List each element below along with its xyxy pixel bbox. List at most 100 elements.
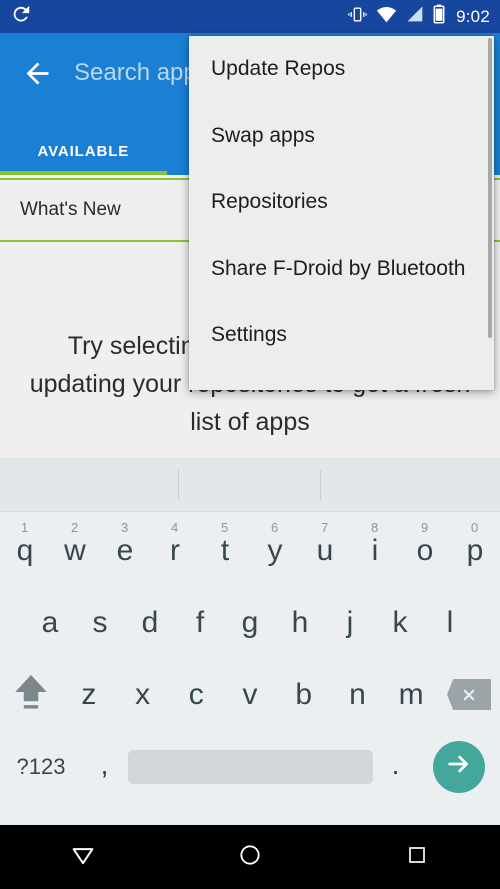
- symbols-key[interactable]: ?123: [0, 732, 82, 801]
- keyboard-row-4: ?123 , .: [0, 732, 500, 801]
- key-y-sup: 6: [271, 520, 279, 535]
- key-u[interactable]: 7u: [300, 516, 350, 585]
- menu-scrollbar[interactable]: [488, 38, 492, 338]
- menu-item-update-repos[interactable]: Update Repos: [189, 36, 494, 103]
- enter-key[interactable]: [418, 732, 500, 801]
- enter-button[interactable]: [433, 740, 485, 793]
- overflow-menu[interactable]: Update Repos Swap apps Repositories Shar…: [189, 36, 494, 390]
- key-o[interactable]: 9o: [400, 516, 450, 585]
- key-q-label: q: [16, 533, 34, 567]
- suggestion-divider-1: [178, 470, 179, 500]
- key-t-label: t: [220, 533, 230, 567]
- menu-item-settings[interactable]: Settings: [189, 302, 494, 369]
- status-clock: 9:02: [456, 6, 490, 26]
- nav-back-triangle-icon: [69, 841, 97, 874]
- key-g[interactable]: g: [225, 588, 275, 657]
- backspace-icon: [447, 679, 492, 710]
- key-h[interactable]: h: [275, 588, 325, 657]
- key-i[interactable]: 8i: [350, 516, 400, 585]
- key-h-label: h: [291, 605, 309, 639]
- backspace-key[interactable]: [438, 660, 500, 729]
- soft-keyboard: 1q 2w 3e 4r 5t 6y 7u 8i 9o 0p a s d f g …: [0, 458, 500, 825]
- menu-item-share-fdroid-bluetooth[interactable]: Share F-Droid by Bluetooth: [189, 236, 494, 303]
- key-p-sup: 0: [471, 520, 479, 535]
- tab-available-label: AVAILABLE: [37, 143, 130, 160]
- key-f[interactable]: f: [175, 588, 225, 657]
- key-t-sup: 5: [221, 520, 229, 535]
- key-e[interactable]: 3e: [100, 516, 150, 585]
- key-d[interactable]: d: [125, 588, 175, 657]
- key-x[interactable]: x: [116, 660, 170, 729]
- menu-item-repositories-label: Repositories: [211, 190, 328, 214]
- space-bar: [127, 749, 373, 784]
- key-p[interactable]: 0p: [450, 516, 500, 585]
- key-n[interactable]: n: [331, 660, 385, 729]
- key-j[interactable]: j: [325, 588, 375, 657]
- key-y-label: y: [267, 533, 283, 567]
- key-r[interactable]: 4r: [150, 516, 200, 585]
- menu-item-settings-label: Settings: [211, 323, 287, 347]
- status-bar-right: 9:02: [348, 4, 490, 29]
- key-b-label: b: [295, 677, 313, 711]
- nav-home-button[interactable]: [205, 825, 295, 889]
- cell-signal-icon: [406, 5, 424, 28]
- menu-item-swap-apps[interactable]: Swap apps: [189, 103, 494, 170]
- key-u-label: u: [316, 533, 334, 567]
- key-r-sup: 4: [171, 520, 179, 535]
- keyboard-row-3: z x c v b n m: [0, 660, 500, 729]
- key-w-label: w: [64, 533, 86, 567]
- keyboard-row-1: 1q 2w 3e 4r 5t 6y 7u 8i 9o 0p: [0, 516, 500, 585]
- key-v-label: v: [242, 677, 258, 711]
- key-t[interactable]: 5t: [200, 516, 250, 585]
- nav-home-circle-icon: [237, 842, 263, 873]
- back-button[interactable]: [0, 33, 74, 113]
- key-r-label: r: [170, 533, 180, 567]
- key-e-sup: 3: [121, 520, 129, 535]
- enter-arrow-icon: [445, 750, 473, 783]
- key-j-label: j: [346, 605, 354, 639]
- comma-key[interactable]: ,: [82, 732, 127, 801]
- key-l[interactable]: l: [425, 588, 475, 657]
- key-l-label: l: [446, 605, 454, 639]
- shift-icon: [11, 671, 51, 718]
- keyboard-row-2: a s d f g h j k l: [0, 588, 500, 657]
- key-a-label: a: [41, 605, 59, 639]
- android-nav-bar: [0, 825, 500, 889]
- key-p-label: p: [466, 533, 484, 567]
- key-e-label: e: [116, 533, 134, 567]
- tab-available[interactable]: AVAILABLE: [0, 128, 167, 175]
- key-v[interactable]: v: [223, 660, 277, 729]
- key-m-label: m: [398, 677, 424, 711]
- menu-item-repositories[interactable]: Repositories: [189, 169, 494, 236]
- key-w[interactable]: 2w: [50, 516, 100, 585]
- key-s[interactable]: s: [75, 588, 125, 657]
- key-a[interactable]: a: [25, 588, 75, 657]
- whats-new-label: What's New: [20, 199, 121, 220]
- key-b[interactable]: b: [277, 660, 331, 729]
- key-i-label: i: [371, 533, 379, 567]
- key-x-label: x: [135, 677, 151, 711]
- key-i-sup: 8: [371, 520, 379, 535]
- key-k[interactable]: k: [375, 588, 425, 657]
- key-m[interactable]: m: [384, 660, 438, 729]
- key-q[interactable]: 1q: [0, 516, 50, 585]
- wifi-icon: [376, 5, 397, 28]
- key-o-label: o: [416, 533, 434, 567]
- nav-recents-button[interactable]: [372, 825, 462, 889]
- key-u-sup: 7: [321, 520, 329, 535]
- key-z[interactable]: z: [62, 660, 116, 729]
- key-d-label: d: [141, 605, 159, 639]
- phone-screen: 9:02 AVAILABLE INSTALLED UPDATES: [0, 0, 500, 889]
- menu-item-swap-apps-label: Swap apps: [211, 123, 315, 147]
- key-c[interactable]: c: [169, 660, 223, 729]
- nav-recents-square-icon: [405, 843, 429, 872]
- nav-back-button[interactable]: [38, 825, 128, 889]
- space-key[interactable]: [127, 732, 373, 801]
- key-c-label: c: [188, 677, 204, 711]
- key-z-label: z: [81, 677, 97, 711]
- period-key[interactable]: .: [373, 732, 418, 801]
- key-g-label: g: [241, 605, 259, 639]
- suggestion-strip[interactable]: [0, 458, 500, 512]
- key-y[interactable]: 6y: [250, 516, 300, 585]
- shift-key[interactable]: [0, 660, 62, 729]
